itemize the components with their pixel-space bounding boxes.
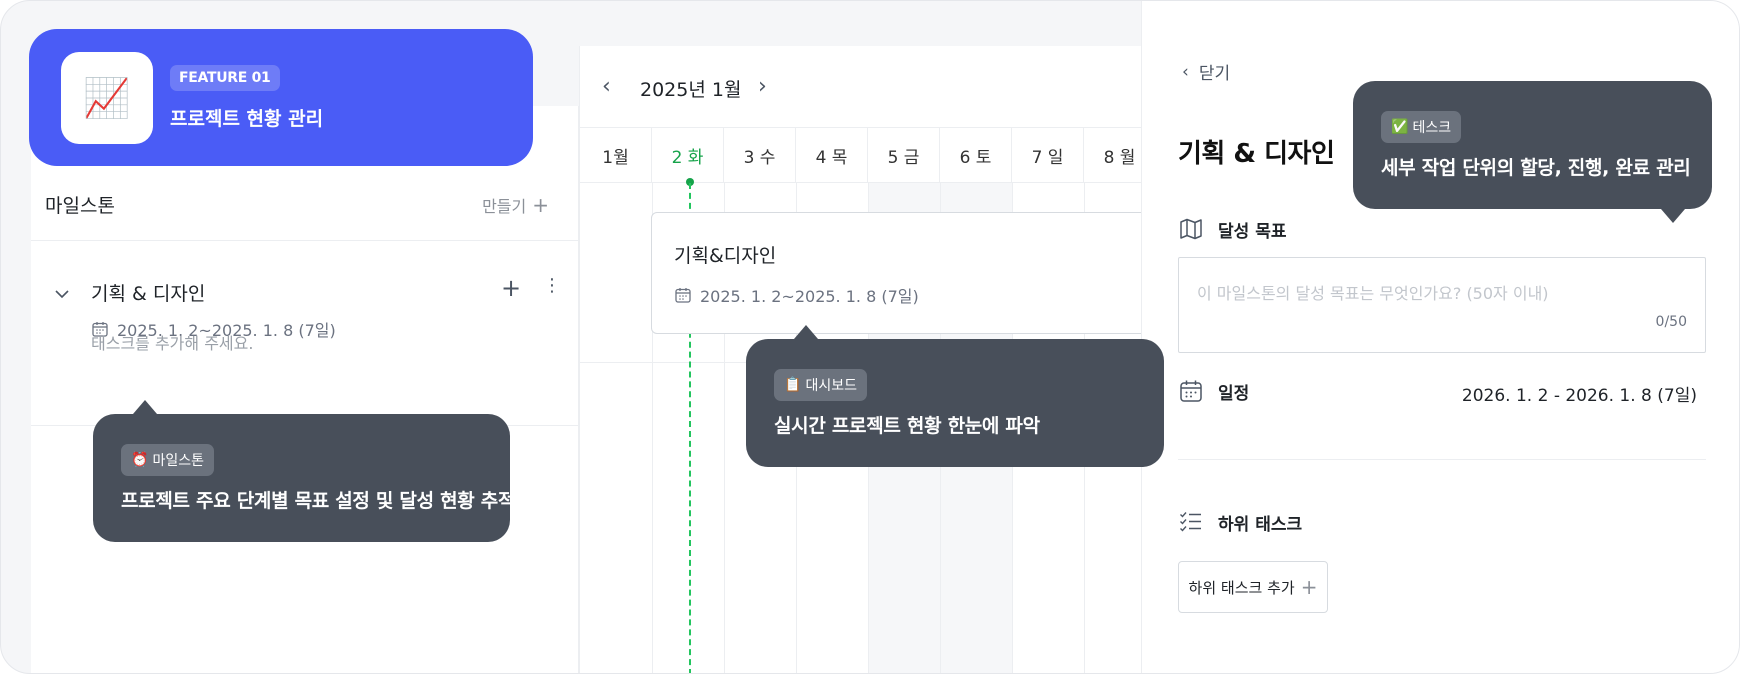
create-milestone-button[interactable]: 만들기 + [482,193,549,217]
map-icon [1180,218,1202,240]
add-task-icon[interactable]: + [501,276,521,300]
tooltip-text: 세부 작업 단위의 할당, 진행, 완료 관리 [1381,157,1691,179]
tooltip-badge: 📋 대시보드 [774,369,867,401]
add-subtask-button[interactable]: 하위 태스크 추가 + [1178,561,1328,613]
section-divider [1178,459,1706,460]
schedule-value[interactable]: 2026. 1. 2 - 2026. 1. 8 (7일) [1462,381,1697,406]
checklist-icon [1180,512,1201,532]
schedule-label: 일정 [1218,383,1250,404]
subtask-label: 하위 태스크 [1218,514,1303,535]
schedule-section-header: 일정 [1178,378,1249,404]
clipboard-icon: 📋 [784,377,802,393]
goal-placeholder: 이 마일스톤의 달성 목표는 무엇인가요? (50자 이내) [1197,284,1549,303]
more-options-icon[interactable]: ⋮ [543,277,561,295]
day-header: 5 금 [868,128,940,183]
subtask-section-header: 하위 태스크 [1178,509,1302,535]
tooltip-badge-label: 마일스톤 [152,453,204,469]
milestone-panel-title: 마일스톤 [45,195,115,217]
plus-icon: + [1300,575,1318,599]
milestone-panel: 마일스톤 만들기 + 기획 & 디자인 + ⋮ 2025. 1. 2~2025.… [31,106,579,673]
month-label: 2025년 1월 [640,79,742,101]
day-header: 4 목 [796,128,868,183]
task-name: 기획&디자인 [674,245,777,267]
task-date-text: 2025. 1. 2~2025. 1. 8 (7일) [700,287,919,306]
plus-icon: + [532,193,549,217]
empty-task-text: 태스크를 추가해 주세요. [91,334,254,353]
calendar-icon [675,288,691,303]
close-label: 닫기 [1198,64,1231,84]
goal-label: 달성 목표 [1218,221,1287,242]
month-navigator: ‹ 2025년 1월 › [580,46,1142,128]
milestone-name: 기획 & 디자인 [91,283,206,305]
chevron-left-icon: ‹ [1182,61,1189,82]
tooltip-text: 실시간 프로젝트 현황 한눈에 파악 [774,415,1040,437]
chevron-left-icon[interactable]: ‹ [602,76,611,98]
create-label: 만들기 [482,197,527,216]
tooltip-arrow [794,325,818,339]
milestone-tooltip: ⏰ 마일스톤 프로젝트 주요 단계별 목표 설정 및 달성 현황 추적 [93,400,515,542]
app-frame: 마일스톤 만들기 + 기획 & 디자인 + ⋮ 2025. 1. 2~2025.… [0,0,1740,674]
feature-title: 프로젝트 현황 관리 [170,108,324,130]
chevron-right-icon[interactable]: › [758,76,767,98]
gantt-task-bar[interactable]: 기획&디자인 2025. 1. 2~2025. 1. 8 (7일) [651,212,1161,334]
tooltip-badge: ⏰ 마일스톤 [121,444,214,476]
task-date: 2025. 1. 2~2025. 1. 8 (7일) [674,283,919,307]
add-subtask-label: 하위 태스크 추가 [1188,578,1295,597]
day-header: 6 토 [940,128,1012,183]
calendar-icon [1180,380,1202,402]
close-button[interactable]: ‹ 닫기 [1182,59,1231,85]
check-mark-icon: ✅ [1391,119,1409,135]
alarm-clock-icon: ⏰ [131,452,149,468]
tooltip-arrow [133,400,157,414]
chevron-down-icon[interactable] [53,285,71,303]
tooltip-badge-label: 테스크 [1412,120,1452,136]
task-tooltip: ✅ 테스크 세부 작업 단위의 할당, 진행, 완료 관리 [1353,81,1712,223]
tooltip-text: 프로젝트 주요 단계별 목표 설정 및 달성 현황 추적 [121,490,516,512]
goal-textarea[interactable]: 이 마일스톤의 달성 목표는 무엇인가요? (50자 이내) 0/50 [1178,257,1706,353]
day-header-today: 2 화 [652,128,724,183]
goal-char-count: 0/50 [1655,314,1687,330]
goal-section-header: 달성 목표 [1178,216,1286,242]
day-header: 7 일 [1012,128,1084,183]
feature-badge: FEATURE 01 [170,65,280,91]
day-header: 1월 [580,128,652,183]
feature-banner: 📈 FEATURE 01 프로젝트 현황 관리 [29,29,533,166]
dashboard-tooltip: 📋 대시보드 실시간 프로젝트 현황 한눈에 파악 [746,325,1164,467]
day-header-row: 1월 2 화3 수4 목5 금6 토7 일8 월 [580,128,1156,183]
chart-increasing-icon: 📈 [61,52,153,144]
tooltip-arrow [1661,209,1685,223]
tooltip-badge: ✅ 테스크 [1381,111,1462,143]
day-header: 3 수 [724,128,796,183]
detail-title: 기획 & 디자인 [1178,139,1335,169]
tooltip-badge-label: 대시보드 [805,378,857,394]
